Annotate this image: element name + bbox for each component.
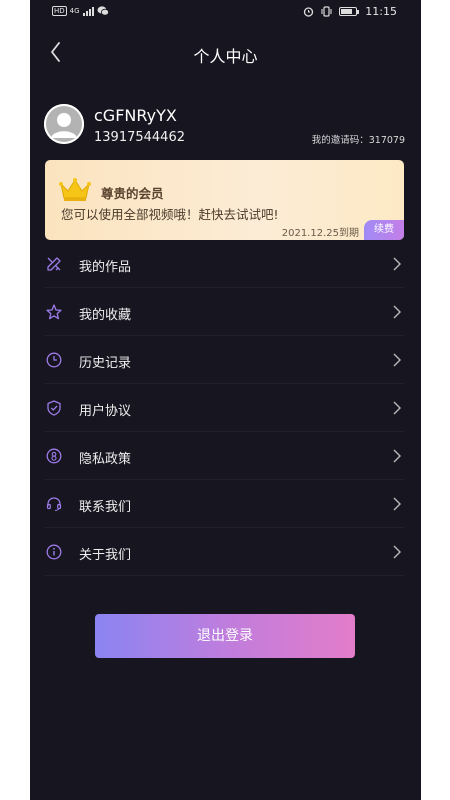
- battery-icon: [339, 7, 360, 16]
- menu-item-about-us[interactable]: 关于我们: [45, 528, 404, 576]
- chevron-right-icon: [393, 305, 401, 319]
- chevron-right-icon: [393, 257, 401, 271]
- info-icon: [46, 544, 62, 560]
- avatar[interactable]: [44, 104, 84, 144]
- vip-card[interactable]: 尊贵的会员 您可以使用全部视频哦！赶快去试试吧! 2021.12.25到期 续费: [45, 160, 404, 240]
- nav-header: 个人中心: [30, 30, 421, 74]
- status-bar: HD 4G 11:15: [30, 0, 421, 24]
- menu-item-contact-us[interactable]: 联系我们: [45, 480, 404, 528]
- app-screen: HD 4G 11:15 个人中心 cGFNRyYX 13917544462 我的…: [30, 0, 421, 800]
- shield-check-icon: [47, 400, 61, 416]
- wechat-icon: [97, 6, 109, 16]
- menu-item-history[interactable]: 历史记录: [45, 336, 404, 384]
- menu-label: 我的作品: [79, 260, 132, 275]
- chevron-right-icon: [393, 353, 401, 367]
- signal-icon: [82, 6, 94, 16]
- menu-item-favorites[interactable]: 我的收藏: [45, 288, 404, 336]
- star-icon: [46, 304, 62, 320]
- status-left: HD 4G: [52, 6, 109, 16]
- menu-list: 我的作品 我的收藏 历史记录 用户协议 隐私政策 联系我们 关于我们: [45, 240, 404, 576]
- crown-icon: [59, 178, 91, 201]
- default-user-icon: [44, 104, 84, 144]
- menu-item-privacy-policy[interactable]: 隐私政策: [45, 432, 404, 480]
- chevron-right-icon: [393, 449, 401, 463]
- chevron-right-icon: [393, 401, 401, 415]
- vip-title: 尊贵的会员: [101, 186, 164, 201]
- invite-code[interactable]: 我的邀请码：317079: [312, 132, 405, 146]
- chevron-right-icon: [393, 497, 401, 511]
- menu-label: 隐私政策: [79, 452, 132, 467]
- pencil-icon: [47, 257, 61, 271]
- logout-button[interactable]: 退出登录: [95, 614, 355, 658]
- hd-icon: HD: [52, 6, 67, 16]
- vip-description: 您可以使用全部视频哦！赶快去试试吧!: [61, 207, 279, 222]
- menu-label: 历史记录: [79, 356, 132, 371]
- menu-item-my-works[interactable]: 我的作品: [45, 240, 404, 288]
- chevron-right-icon: [393, 545, 401, 559]
- headset-icon: [46, 497, 62, 512]
- privacy-icon: [46, 448, 62, 464]
- alarm-icon: [304, 7, 314, 17]
- signal-label: 4G: [69, 7, 80, 15]
- username: cGFNRyYX: [94, 106, 177, 125]
- vibrate-icon: [321, 6, 332, 17]
- phone-number: 13917544462: [94, 130, 185, 145]
- menu-item-user-agreement[interactable]: 用户协议: [45, 384, 404, 432]
- status-time: 11:15: [365, 5, 397, 18]
- vip-expire-date: 2021.12.25到期: [281, 228, 359, 239]
- status-right: 11:15: [303, 5, 397, 18]
- clock-icon: [46, 352, 62, 368]
- menu-label: 用户协议: [79, 404, 132, 419]
- menu-label: 联系我们: [79, 500, 132, 515]
- renew-button[interactable]: 续费: [364, 220, 404, 240]
- page-title: 个人中心: [193, 47, 258, 66]
- menu-label: 关于我们: [79, 548, 132, 563]
- menu-label: 我的收藏: [79, 308, 132, 323]
